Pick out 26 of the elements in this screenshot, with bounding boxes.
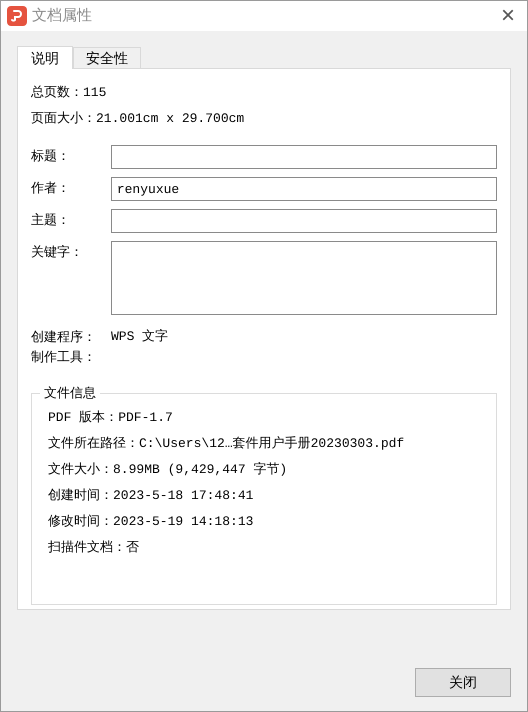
- producer-value: WPS 文字: [111, 328, 168, 346]
- close-dialog-button[interactable]: 关闭: [415, 668, 511, 697]
- info-text: 修改时间：2023-5-19 14:18:13: [48, 513, 254, 531]
- field-label: 主题：: [31, 211, 71, 229]
- info-text: PDF 版本：PDF-1.7: [48, 409, 174, 427]
- field-label: 标题：: [31, 147, 71, 165]
- producer-label: 制作工具：: [31, 348, 97, 366]
- app-logo-icon: [7, 6, 27, 26]
- input-field[interactable]: [110, 209, 497, 233]
- info-text: 创建时间：2023-5-18 17:48:41: [48, 487, 254, 505]
- close-button[interactable]: ×: [500, 4, 515, 28]
- field-label: 关键字：: [31, 243, 84, 261]
- tab[interactable]: 安全性: [73, 47, 141, 68]
- summary-text: 总页数：115: [31, 84, 108, 102]
- input-field[interactable]: renyuxue: [110, 177, 497, 201]
- window-title: 文档属性: [32, 6, 92, 26]
- keywords-field[interactable]: [110, 241, 497, 315]
- info-text: 文件大小：8.99MB (9,429,447 字节): [48, 461, 288, 479]
- group-legend: 文件信息: [40, 384, 100, 402]
- producer-label: 创建程序：: [31, 328, 97, 346]
- info-text: 文件所在路径：C:\Users\12…套件用户手册20230303.pdf: [48, 435, 406, 453]
- field-label: 作者：: [31, 179, 71, 197]
- summary-text: 页面大小：21.001cm x 29.700cm: [31, 110, 246, 128]
- info-text: 扫描件文档：否: [48, 539, 140, 557]
- tab[interactable]: 说明: [17, 46, 73, 69]
- input-field[interactable]: [110, 145, 497, 169]
